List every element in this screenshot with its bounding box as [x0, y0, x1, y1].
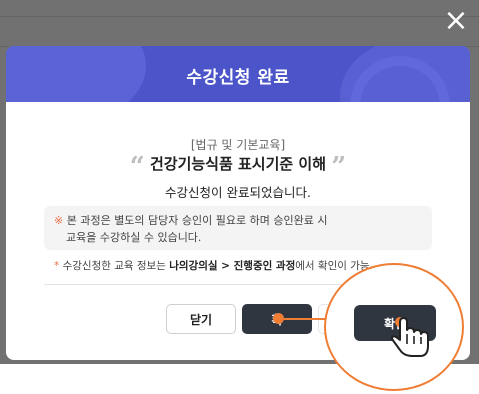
course-category: [법규 및 기본교육]: [190, 138, 286, 152]
close-quote-icon: ”: [331, 152, 347, 182]
course-title-line: “ 건강기능식품 표시기준 이해 ”: [6, 152, 470, 182]
modal-title: 수강신청 완료: [186, 68, 290, 88]
notice-line-1: ※ 본 과정은 별도의 담당자 승인이 필요로 하며 승인완료 시: [54, 212, 422, 229]
pointer-hand-icon: [391, 317, 429, 357]
notice-marker: ※: [54, 214, 64, 227]
info-marker: *: [54, 260, 60, 272]
highlight-dot: [273, 313, 284, 324]
info-path: 나의강의실 > 진행중인 과정: [169, 260, 296, 272]
enrollment-info-note: * 수강신청한 교육 정보는 나의강의실 > 진행중인 과정에서 확인이 가능: [54, 258, 370, 273]
approval-notice: ※ 본 과정은 별도의 담당자 승인이 필요로 하며 승인완료 시 교육을 수강…: [44, 206, 432, 250]
info-suffix: 에서 확인이 가능: [295, 260, 370, 272]
info-prefix: 수강신청한 교육 정보는: [62, 260, 166, 272]
notice-text-2: 교육을 수강하실 수 있습니다.: [66, 231, 202, 244]
close-icon[interactable]: ×: [441, 6, 471, 36]
notice-text-1: 본 과정은 별도의 담당자 승인이 필요로 하며 승인완료 시: [66, 214, 328, 227]
close-button[interactable]: 닫기: [166, 304, 236, 334]
course-title: 건강기능식품 표시기준 이해: [149, 155, 327, 173]
open-quote-icon: “: [129, 152, 145, 182]
zoom-callout: 확인: [324, 263, 464, 391]
modal-header: 수강신청 완료: [6, 46, 470, 102]
completion-message: 수강신청이 완료되었습니다.: [165, 185, 311, 200]
